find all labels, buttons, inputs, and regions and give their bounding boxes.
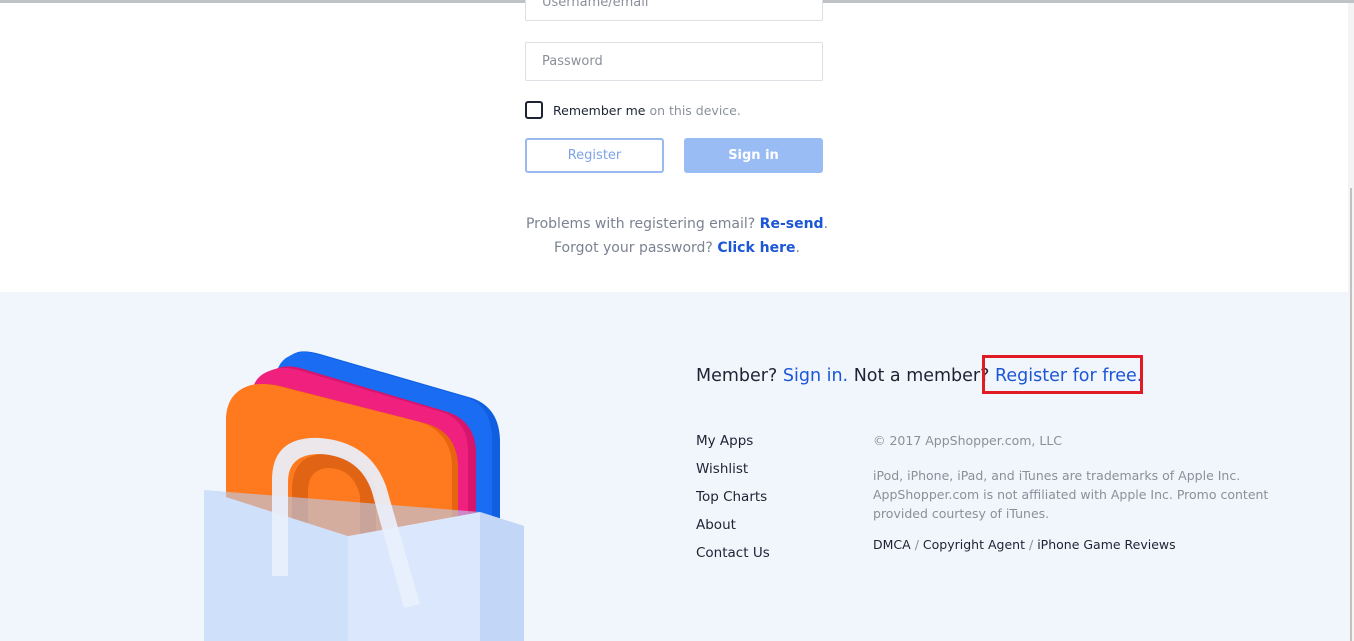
shopping-bag-logo-icon bbox=[204, 351, 524, 641]
click-here-link[interactable]: Click here bbox=[717, 240, 795, 256]
forgot-text: Forgot your password? bbox=[554, 240, 713, 256]
footer-nav-contact-us[interactable]: Contact Us bbox=[696, 544, 770, 572]
footer-nav-top-charts[interactable]: Top Charts bbox=[696, 488, 770, 516]
footer-nav-about[interactable]: About bbox=[696, 516, 770, 544]
legal-separator: / bbox=[1028, 537, 1034, 552]
password-field[interactable] bbox=[525, 42, 823, 81]
legal-separator: / bbox=[914, 537, 919, 552]
dmca-link[interactable]: DMCA bbox=[873, 537, 911, 552]
copyright-text: © 2017 AppShopper.com, LLC bbox=[873, 433, 1063, 448]
footer-nav-my-apps[interactable]: My Apps bbox=[696, 432, 770, 460]
forgot-password-line: Forgot your password? Click here. bbox=[0, 240, 1354, 256]
highlight-box bbox=[982, 355, 1143, 394]
resend-help-line: Problems with registering email? Re-send… bbox=[0, 216, 1354, 232]
resend-period: . bbox=[823, 216, 829, 232]
username-field[interactable] bbox=[525, 0, 823, 21]
legal-links: DMCA / Copyright Agent / iPhone Game Reviews bbox=[873, 537, 1176, 552]
sign-in-button[interactable]: Sign in bbox=[684, 138, 823, 173]
problems-text: Problems with registering email? bbox=[525, 216, 756, 232]
footer-sign-in-link[interactable]: Sign in. bbox=[783, 366, 848, 386]
not-member-text: Not a member? bbox=[853, 366, 990, 386]
iphone-game-reviews-link[interactable]: iPhone Game Reviews bbox=[1037, 537, 1175, 552]
legal-text: iPod, iPhone, iPad, and iTunes are trade… bbox=[873, 468, 1269, 521]
click-here-period: . bbox=[795, 240, 800, 256]
remember-me-suffix: on this device. bbox=[649, 102, 741, 118]
footer-nav-wishlist[interactable]: Wishlist bbox=[696, 460, 770, 488]
member-text: Member? bbox=[696, 366, 778, 386]
remember-me-label: Remember me bbox=[553, 102, 646, 118]
remember-me-row[interactable]: Remember me on this device. bbox=[525, 101, 741, 119]
copyright-agent-link[interactable]: Copyright Agent bbox=[923, 537, 1025, 552]
remember-me-checkbox[interactable] bbox=[525, 101, 543, 119]
footer-nav: My Apps Wishlist Top Charts About Contac… bbox=[696, 432, 770, 572]
scrollbar-thumb[interactable] bbox=[1350, 188, 1352, 641]
register-button[interactable]: Register bbox=[525, 138, 664, 173]
resend-link[interactable]: Re-send bbox=[760, 216, 824, 232]
